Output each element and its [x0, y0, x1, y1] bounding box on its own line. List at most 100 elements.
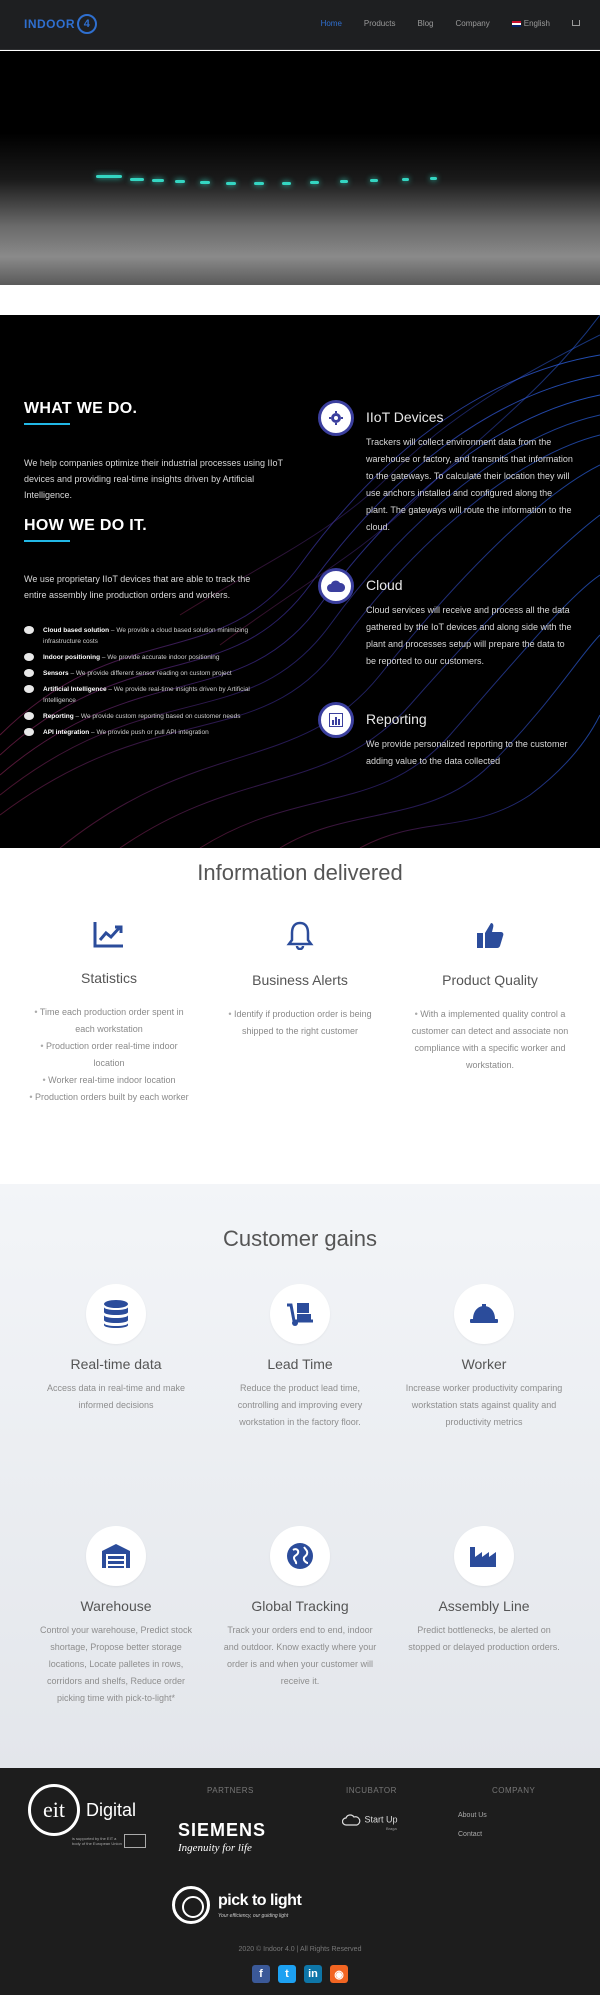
step-text: Trackers will collect environment data f… — [366, 437, 573, 532]
hero-banner — [0, 51, 600, 285]
nav-item-blog[interactable]: Blog — [417, 19, 433, 28]
nav-item-company[interactable]: Company — [456, 19, 490, 28]
location-pin-icon — [24, 653, 34, 661]
feature-name: Sensors — [43, 670, 69, 677]
gain-assembly-line: Assembly Line Predict bottlenecks, be al… — [404, 1526, 564, 1656]
startup-name: Start Up — [364, 1814, 398, 1825]
logo-number: 4 — [77, 14, 97, 34]
footer-link-contact[interactable]: Contact — [458, 1831, 482, 1838]
globe-icon — [270, 1526, 330, 1586]
gain-worker: Worker Increase worker productivity comp… — [404, 1284, 564, 1431]
feature-desc: – We provide accurate indoor positioning — [100, 654, 220, 661]
startup-braga-logo[interactable]: Start Up Braga — [341, 1814, 398, 1831]
step-text: Cloud services will receive and process … — [366, 605, 572, 666]
incubator-heading: INCUBATOR — [346, 1786, 397, 1795]
logo[interactable]: INDOOR 4 — [24, 14, 97, 34]
eu-flag-icon — [124, 1834, 146, 1848]
chart-line-icon — [93, 922, 123, 948]
feature-name: Reporting — [43, 713, 74, 720]
feature-desc: – We provide different sensor reading on… — [68, 670, 232, 677]
eit-support-text: is supported by the EIT a body of the Eu… — [72, 1836, 122, 1846]
column-list: Time each production order spent in each… — [24, 1004, 194, 1106]
step-title: Cloud — [366, 577, 403, 593]
gain-text: Reduce the product lead time, controllin… — [237, 1383, 363, 1427]
language-selector[interactable]: English — [511, 19, 550, 28]
step-reporting: Reporting We provide personalized report… — [318, 702, 580, 792]
hero-led-light — [310, 181, 319, 184]
step-title: IIoT Devices — [366, 409, 444, 425]
facebook-icon[interactable]: f — [252, 1965, 270, 1983]
nav-menu: Home Products Blog Company English — [321, 19, 580, 28]
startup-sub: Braga — [386, 1826, 397, 1831]
company-heading: COMPANY — [492, 1786, 536, 1795]
gain-title: Warehouse — [80, 1598, 152, 1614]
feature-item: Reporting – We provide custom reporting … — [24, 711, 274, 722]
gain-title: Lead Time — [267, 1356, 333, 1372]
gain-text: Predict bottlenecks, be alerted on stopp… — [408, 1625, 560, 1652]
eit-digital-text: Digital — [86, 1800, 137, 1820]
cart-icon[interactable] — [572, 20, 580, 26]
gain-title: Global Tracking — [251, 1598, 349, 1614]
nav-item-home[interactable]: Home — [321, 19, 342, 28]
hero-led-light — [254, 182, 264, 185]
siemens-tagline: Ingenuity for life — [178, 1842, 252, 1854]
section-title: Customer gains — [222, 1226, 378, 1251]
database-icon — [86, 1284, 146, 1344]
list-item: Worker real-time indoor location — [24, 1072, 194, 1089]
feature-item: Artificial Intelligence – We provide rea… — [24, 684, 274, 706]
hero-led-light — [282, 182, 291, 185]
factory-icon — [454, 1526, 514, 1586]
top-navbar: INDOOR 4 Home Products Blog Company Engl… — [0, 0, 600, 50]
partners-heading: PARTNERS — [207, 1786, 254, 1795]
feature-desc: – We provide push or pull API integratio… — [89, 729, 209, 736]
cloud-icon — [24, 626, 34, 634]
gear-icon — [318, 400, 354, 436]
hero-led-light — [130, 178, 144, 181]
feature-desc: – We provide custom reporting based on c… — [73, 713, 241, 720]
eit-digital-logo[interactable]: eit Digital is supported by the EIT a bo… — [28, 1784, 152, 1848]
title-underline — [24, 540, 70, 542]
section-spacer — [0, 285, 600, 315]
gain-warehouse: Warehouse Control your warehouse, Predic… — [36, 1526, 196, 1707]
siemens-wordmark: SIEMENS — [178, 1820, 267, 1840]
list-item: Production orders built by each worker — [24, 1089, 194, 1106]
nav-item-products[interactable]: Products — [364, 19, 396, 28]
gain-text: Control your warehouse, Predict stock sh… — [39, 1625, 193, 1703]
hard-hat-icon — [454, 1284, 514, 1344]
customer-gains-section: Customer gains Real-time data Access dat… — [0, 1184, 600, 1768]
pick-to-light-logo[interactable]: pick to light Your efficiency, our guidi… — [172, 1886, 302, 1926]
cloud-outline-icon — [341, 1814, 361, 1826]
linkedin-icon[interactable]: in — [304, 1965, 322, 1983]
column-title: Product Quality — [442, 972, 538, 988]
feature-name: API integration — [43, 729, 90, 736]
hero-led-light — [200, 181, 210, 184]
feature-name: Indoor positioning — [43, 654, 101, 661]
gain-title: Worker — [461, 1356, 507, 1372]
copyright: 2020 © Indoor 4.0 | All Rights Reserved — [238, 1946, 362, 1953]
eit-logo-ring: eit — [28, 1784, 80, 1836]
twitter-icon[interactable]: t — [278, 1965, 296, 1983]
what-we-do-section: WHAT WE DO. We help companies optimize t… — [0, 315, 600, 848]
brain-icon — [24, 685, 34, 693]
hero-led-light — [175, 180, 185, 183]
feature-item: Sensors – We provide different sensor re… — [24, 668, 274, 679]
siemens-logo[interactable]: SIEMENS Ingenuity for life — [178, 1820, 266, 1854]
gain-text: Track your orders end to end, indoor and… — [223, 1625, 377, 1686]
what-we-do-title: WHAT WE DO. — [24, 400, 138, 417]
pick-to-light-tagline: Your efficiency, our guiding light — [218, 1913, 289, 1919]
gain-title: Real-time data — [70, 1356, 162, 1372]
footer-link-about-us[interactable]: About Us — [458, 1812, 487, 1819]
gain-text: Increase worker productivity comparing w… — [405, 1383, 563, 1427]
hero-led-light — [430, 177, 437, 180]
column-list: With a implemented quality control a cus… — [405, 1006, 575, 1074]
gain-global-tracking: Global Tracking Track your orders end to… — [220, 1526, 380, 1690]
dolly-icon — [270, 1284, 330, 1344]
gear-icon — [24, 728, 34, 736]
column-title: Business Alerts — [252, 972, 348, 988]
gain-title: Assembly Line — [438, 1598, 530, 1614]
pick-to-light-ring — [172, 1886, 210, 1924]
rss-icon[interactable]: ◉ — [330, 1965, 348, 1983]
step-text: We provide personalized reporting to the… — [366, 739, 568, 766]
gain-real-time-data: Real-time data Access data in real-time … — [36, 1284, 196, 1414]
feature-item: Cloud based solution – We provide a clou… — [24, 625, 274, 647]
